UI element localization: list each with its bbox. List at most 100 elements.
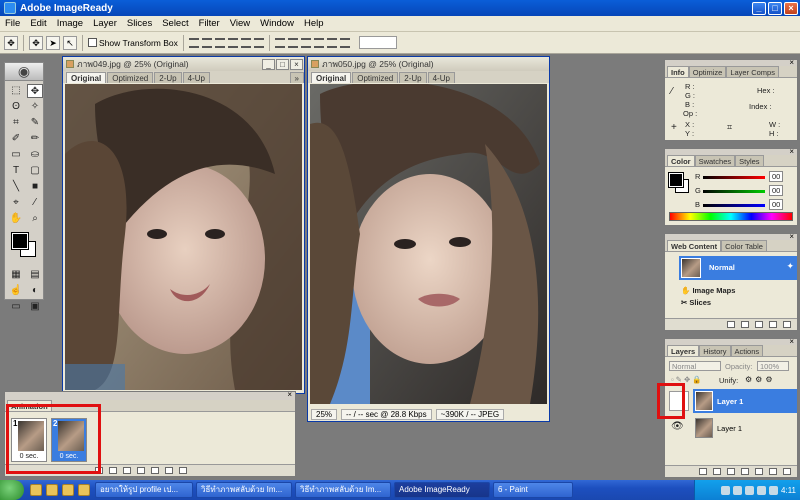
distribute-left-icon[interactable] <box>313 37 324 48</box>
red-value[interactable]: 00 <box>769 171 784 182</box>
panel-close-icon[interactable]: × <box>789 58 794 67</box>
menu-edit[interactable]: Edit <box>25 18 51 29</box>
tab-color-table[interactable]: Color Table <box>721 240 767 251</box>
rollover-preview-icon[interactable]: ☝ <box>8 284 24 298</box>
distribute-bottom-icon[interactable] <box>300 37 311 48</box>
tab-original[interactable]: Original <box>311 72 352 83</box>
panel-close-icon[interactable]: × <box>287 390 292 399</box>
layer-footer-icon-3[interactable] <box>727 468 735 475</box>
distribute-center-icon[interactable] <box>326 37 337 48</box>
marquee-tool-icon[interactable]: ⬚ <box>8 84 24 98</box>
tab-info[interactable]: Info <box>667 66 689 77</box>
image-maps-row[interactable]: ✋ Image Maps <box>681 286 735 295</box>
tab-optimized[interactable]: Optimized <box>352 72 399 83</box>
tab-optimize[interactable]: Optimize <box>688 66 727 77</box>
blend-mode-select[interactable]: Normal <box>669 361 721 371</box>
tab-actions[interactable]: Actions <box>730 345 764 356</box>
menu-window[interactable]: Window <box>255 18 299 29</box>
file-format[interactable]: ~390K / -- JPEG <box>435 408 505 420</box>
next-frame-icon[interactable] <box>137 467 145 474</box>
tab-4up[interactable]: 4-Up <box>427 72 455 83</box>
move-tool-icon[interactable]: ✥ <box>4 35 18 50</box>
red-slider[interactable] <box>703 176 765 179</box>
show-transform-box-checkbox[interactable]: Show Transform Box <box>88 38 178 48</box>
slices-row[interactable]: ✂ Slices <box>681 298 711 307</box>
jump-to-photoshop-icon[interactable]: ▣ <box>27 300 43 314</box>
tab-swatches[interactable]: Swatches <box>694 155 736 166</box>
opacity-field[interactable]: 100% <box>757 361 789 371</box>
delete-frame-icon[interactable] <box>179 467 187 474</box>
quicklaunch-icon-3[interactable] <box>62 484 74 496</box>
tab-history[interactable]: History <box>699 345 731 356</box>
taskbar-item-3[interactable]: วิธีทำภาพสลับด้วย Im... <box>295 482 391 498</box>
tray-icon-2[interactable] <box>733 485 743 495</box>
layer-row-selected[interactable]: Layer 1 <box>693 389 797 413</box>
start-button[interactable] <box>0 480 24 500</box>
close-button[interactable]: × <box>784 1 798 15</box>
line-tool-icon[interactable]: ╲ <box>8 180 24 194</box>
document-1-minimize-button[interactable]: _ <box>262 58 275 70</box>
quicklaunch-icon-4[interactable] <box>78 484 90 496</box>
tray-icon-5[interactable] <box>769 485 779 495</box>
rectangle-tool-icon[interactable]: ▢ <box>27 164 43 178</box>
color-spectrum[interactable] <box>669 212 793 221</box>
menu-filter[interactable]: Filter <box>194 18 225 29</box>
tab-layer-comps[interactable]: Layer Comps <box>726 66 779 77</box>
taskbar-item-1[interactable]: อยากให้รูป profile เป... <box>95 482 193 498</box>
arrow-alt-icon[interactable]: ↖ <box>63 35 77 50</box>
tab-layers[interactable]: Layers <box>667 345 700 356</box>
tabs-overflow-icon[interactable]: » <box>289 72 304 83</box>
tab-optimized[interactable]: Optimized <box>107 72 154 83</box>
web-normal-row[interactable]: Normal ✦ <box>679 256 797 280</box>
blue-slider[interactable] <box>703 204 765 207</box>
layer-footer-icon-7[interactable] <box>783 468 791 475</box>
eye-icon[interactable]: ✦ <box>786 261 794 272</box>
move-tool-icon[interactable]: ✥ <box>27 84 43 98</box>
green-slider[interactable] <box>703 190 765 193</box>
preview-browser-icon[interactable]: ◐ <box>27 284 43 298</box>
download-speed[interactable]: -- / -- sec @ 28.8 Kbps <box>341 408 432 420</box>
taskbar-item-imageready[interactable]: Adobe ImageReady <box>394 482 490 498</box>
image-map-tool-icon[interactable]: ⌖ <box>8 196 24 210</box>
align-bottom-icon[interactable] <box>214 37 225 48</box>
document-1-close-button[interactable]: × <box>290 58 303 70</box>
tab-web-content[interactable]: Web Content <box>667 240 722 251</box>
tab-4up[interactable]: 4-Up <box>182 72 210 83</box>
bucket-tool-icon[interactable]: ⛀ <box>27 148 43 162</box>
web-footer-icon-2[interactable] <box>741 321 749 328</box>
web-footer-icon-5[interactable] <box>783 321 791 328</box>
arrow-icon[interactable]: ➤ <box>46 35 60 50</box>
layer-footer-icon-6[interactable] <box>769 468 777 475</box>
document-2-title-bar[interactable]: ภาพ050.jpg @ 25% (Original) <box>308 57 549 71</box>
tween-icon[interactable] <box>151 467 159 474</box>
distribute-middle-icon[interactable] <box>287 37 298 48</box>
distribute-top-icon[interactable] <box>274 37 285 48</box>
play-icon[interactable] <box>123 467 131 474</box>
tab-styles[interactable]: Styles <box>735 155 764 166</box>
prev-frame-icon[interactable] <box>109 467 117 474</box>
shape-tool-icon[interactable]: ■ <box>27 180 43 194</box>
eraser-tool-icon[interactable]: ▭ <box>8 148 24 162</box>
move-option-icon[interactable]: ✥ <box>29 35 43 50</box>
green-value[interactable]: 00 <box>769 185 784 196</box>
options-dropdown[interactable] <box>358 36 397 49</box>
clock[interactable]: 4:11 <box>781 486 796 495</box>
panel-close-icon[interactable]: × <box>789 337 794 346</box>
menu-help[interactable]: Help <box>299 18 329 29</box>
pencil-tool-icon[interactable]: ✏ <box>27 132 43 146</box>
hand-tool-icon[interactable]: ✋ <box>8 212 24 226</box>
tab-2up[interactable]: 2-Up <box>399 72 427 83</box>
layer-row[interactable]: Layer 1 <box>693 416 797 440</box>
layer-footer-icon-2[interactable] <box>713 468 721 475</box>
tab-color[interactable]: Color <box>667 155 695 166</box>
tray-icon-3[interactable] <box>745 485 755 495</box>
tab-2up[interactable]: 2-Up <box>154 72 182 83</box>
layer-footer-icon-1[interactable] <box>699 468 707 475</box>
blue-value[interactable]: 00 <box>769 199 784 210</box>
menu-select[interactable]: Select <box>157 18 193 29</box>
zoom-level[interactable]: 25% <box>311 408 338 420</box>
slice-tool-icon[interactable]: ✎ <box>27 116 43 130</box>
minimize-button[interactable]: _ <box>752 1 766 15</box>
menu-layer[interactable]: Layer <box>88 18 122 29</box>
crop-tool-icon[interactable]: ⌗ <box>8 116 24 130</box>
